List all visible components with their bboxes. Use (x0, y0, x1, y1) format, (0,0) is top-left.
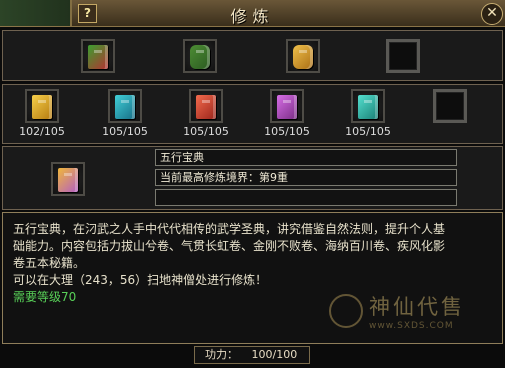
skill-book-slot-5[interactable] (351, 89, 385, 123)
description-line-2: 础能力。内容包括力拔山兮卷、气贯长虹卷、金刚不败卷、海纳百川卷、疾风化影 (13, 239, 446, 253)
description-panel: 五行宝典，在汈武之人手中代代相传的武学圣典，讲究借鉴自然法则，提升个人基 础能力… (2, 212, 503, 344)
book-count-4: 105/105 (264, 125, 310, 138)
selected-book-icon (58, 168, 78, 192)
skill-book-slot-3[interactable] (189, 89, 223, 123)
skill-book-slot-2[interactable] (108, 89, 142, 123)
watermark: 神仙代售 www.SXDS.COM (329, 289, 494, 337)
book-count-1: 102/105 (19, 125, 65, 138)
treasure-slot-green[interactable] (183, 39, 217, 73)
teal-book-icon (358, 95, 378, 119)
description-line-3: 卷五本秘籍。 (13, 256, 86, 270)
purple-book-icon (277, 95, 297, 119)
description-line-4: 可以在大理（243，56）扫地神僧处进行修炼！ (13, 273, 268, 287)
red-book-icon (196, 95, 216, 119)
cyan-book-icon (115, 95, 135, 119)
power-value: 100/100 (251, 348, 298, 361)
skill-book-slot-empty[interactable] (433, 89, 467, 123)
skill-book-slot-1[interactable] (25, 89, 59, 123)
watermark-main: 神仙代售 (369, 295, 465, 319)
extra-field (155, 189, 457, 206)
watermark-logo-icon (329, 294, 363, 328)
selected-book-panel: 五行宝典 当前最高修炼境界：第9重 (2, 146, 503, 210)
item-slot-row (2, 30, 503, 81)
power-display: 功力： 100/100 (194, 346, 310, 364)
window-titlebar: ? 修炼 ✕ (0, 0, 505, 27)
book-count-5: 105/105 (345, 125, 391, 138)
book-count-3: 105/105 (183, 125, 229, 138)
description-line-1: 五行宝典，在汈武之人手中代代相传的武学圣典，讲究借鉴自然法则，提升个人基 (13, 222, 446, 236)
close-button[interactable]: ✕ (481, 3, 503, 25)
window-title: 修炼 (230, 7, 275, 26)
yellow-book-icon (32, 95, 52, 119)
watermark-url: www.SXDS.COM (369, 321, 454, 331)
selected-book-slot[interactable] (51, 162, 85, 196)
treasure-slot-gold[interactable] (286, 39, 320, 73)
skill-book-row: 102/105 105/105 105/105 105/105 105/105 (2, 84, 503, 144)
realm-field: 当前最高修炼境界：第9重 (155, 169, 457, 186)
book-slot-1[interactable] (81, 39, 115, 73)
book-icon (88, 45, 108, 69)
power-label: 功力： (205, 348, 238, 361)
empty-slot[interactable] (386, 39, 420, 73)
book-count-2: 105/105 (102, 125, 148, 138)
gold-chest-icon (293, 45, 313, 69)
book-name-field: 五行宝典 (155, 149, 457, 166)
treasure-chest-icon (190, 45, 210, 69)
skill-book-slot-4[interactable] (270, 89, 304, 123)
